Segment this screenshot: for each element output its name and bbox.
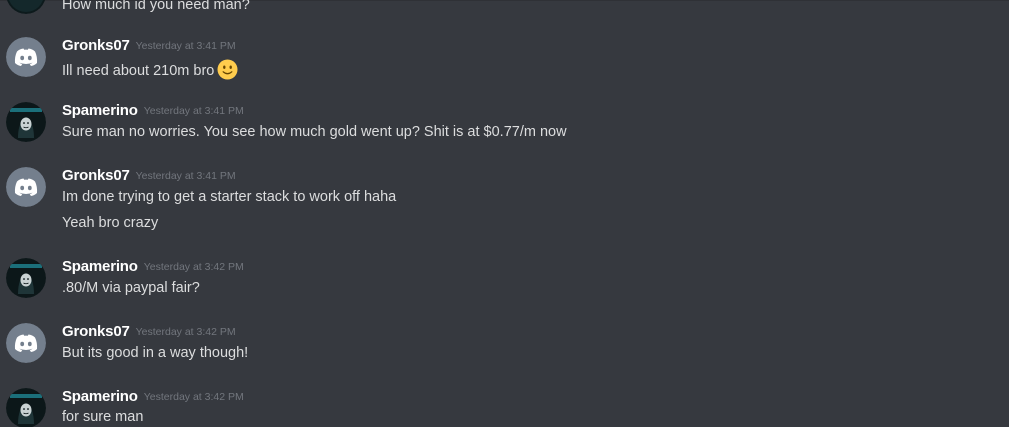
timestamp: Yesterday at 3:41 PM <box>135 40 236 52</box>
message-header: Gronks07 Yesterday at 3:41 PM <box>62 37 236 57</box>
message-text: How much id you need man? <box>62 0 250 13</box>
timestamp: Yesterday at 3:41 PM <box>135 170 236 182</box>
timestamp: Yesterday at 3:42 PM <box>135 326 236 338</box>
discord-default-avatar-icon[interactable] <box>6 37 46 77</box>
message-text: .80/M via paypal fair? <box>62 280 200 296</box>
message-text: Sure man no worries. You see how much go… <box>62 124 567 140</box>
spamerino-avatar-icon[interactable] <box>6 102 46 142</box>
username[interactable]: Gronks07 <box>62 167 130 184</box>
message-header: Gronks07 Yesterday at 3:42 PM <box>62 323 236 343</box>
username[interactable]: Spamerino <box>62 388 138 405</box>
message-header: Gronks07 Yesterday at 3:41 PM <box>62 167 236 187</box>
message-header: Spamerino Yesterday at 3:42 PM <box>62 258 244 278</box>
timestamp: Yesterday at 3:42 PM <box>143 391 244 403</box>
message-header: Spamerino Yesterday at 3:41 PM <box>62 102 244 122</box>
timestamp: Yesterday at 3:42 PM <box>143 261 244 273</box>
username[interactable]: Gronks07 <box>62 37 130 54</box>
message-text: Im done trying to get a starter stack to… <box>62 189 397 205</box>
username[interactable]: Gronks07 <box>62 323 130 340</box>
slight-smile-emoji-icon <box>217 59 238 84</box>
message-text-row: Ill need about 210m bro <box>62 59 238 84</box>
chat-messages: How much id you need man? Gronks07 Yester… <box>0 0 1009 427</box>
discord-default-avatar-icon[interactable] <box>6 167 46 207</box>
user-avatar[interactable] <box>6 0 46 14</box>
discord-default-avatar-icon[interactable] <box>6 323 46 363</box>
message-text: Ill need about 210m bro <box>62 63 215 79</box>
spamerino-avatar-icon[interactable] <box>6 258 46 298</box>
timestamp: Yesterday at 3:41 PM <box>143 105 244 117</box>
message-text: Yeah bro crazy <box>62 215 159 231</box>
spamerino-avatar-icon[interactable] <box>6 388 46 427</box>
message-text: for sure man <box>62 409 144 425</box>
username[interactable]: Spamerino <box>62 102 138 119</box>
message-header: Spamerino Yesterday at 3:42 PM <box>62 388 244 408</box>
username[interactable]: Spamerino <box>62 258 138 275</box>
message-text: But its good in a way though! <box>62 345 249 361</box>
